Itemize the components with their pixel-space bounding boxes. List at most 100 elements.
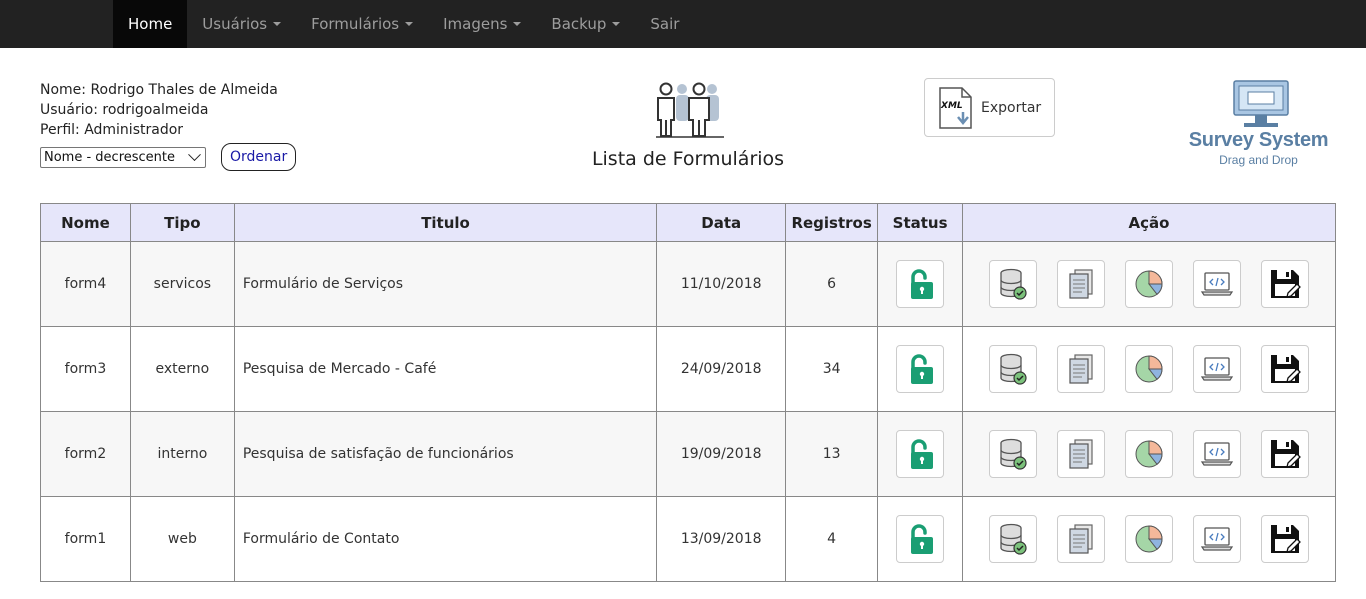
unlock-icon bbox=[903, 522, 937, 556]
nav-item-usuarios[interactable]: Usuários bbox=[187, 0, 296, 48]
nav-item-imagens[interactable]: Imagens bbox=[428, 0, 536, 48]
nav-item-label: Home bbox=[128, 15, 173, 33]
documents-button[interactable] bbox=[1057, 345, 1106, 393]
database-check-button[interactable] bbox=[989, 260, 1038, 308]
caret-down-icon bbox=[405, 22, 414, 26]
table-row: form2 interno Pesquisa de satisfação de fu… bbox=[40, 411, 1336, 497]
people-icon bbox=[656, 82, 724, 138]
save-edit-button[interactable] bbox=[1261, 345, 1310, 393]
database-check-icon bbox=[998, 353, 1028, 385]
cell-titulo: Formulário de Contato bbox=[233, 496, 658, 582]
save-edit-button[interactable] bbox=[1261, 430, 1310, 478]
cell-titulo: Formulário de Serviços bbox=[233, 241, 658, 327]
unlock-icon bbox=[903, 352, 937, 386]
status-toggle-button[interactable] bbox=[896, 260, 945, 308]
nav-item-formularios[interactable]: Formulários bbox=[296, 0, 428, 48]
database-check-icon bbox=[998, 268, 1028, 300]
cell-tipo: servicos bbox=[129, 241, 235, 327]
column-header: Registros bbox=[785, 203, 879, 242]
xml-file-icon: XML bbox=[939, 86, 972, 129]
sort-select[interactable]: Nome - decrescente bbox=[40, 146, 206, 168]
caret-down-icon bbox=[513, 22, 522, 26]
table-header-row: Nome Tipo Titulo Data Registros Status Ação bbox=[40, 203, 1336, 242]
cell-registros: 6 bbox=[785, 241, 879, 327]
caret-down-icon bbox=[273, 22, 282, 26]
column-header: Tipo bbox=[129, 203, 235, 242]
cell-registros: 13 bbox=[785, 411, 879, 497]
documents-icon bbox=[1067, 438, 1095, 470]
laptop-code-button[interactable] bbox=[1193, 515, 1242, 563]
cell-actions bbox=[962, 241, 1336, 327]
page-title: Lista de Formulários bbox=[591, 148, 785, 170]
unlock-icon bbox=[903, 437, 937, 471]
cell-titulo: Pesquisa de satisfação de funcionários bbox=[233, 411, 658, 497]
table-row: form4 servicos Formulário de Serviços 11/10… bbox=[40, 241, 1336, 327]
cell-tipo: web bbox=[129, 496, 235, 582]
cell-nome: form3 bbox=[40, 326, 131, 412]
save-edit-icon bbox=[1269, 353, 1301, 385]
laptop-code-icon bbox=[1200, 439, 1234, 469]
documents-button[interactable] bbox=[1057, 260, 1106, 308]
documents-button[interactable] bbox=[1057, 430, 1106, 478]
save-edit-icon bbox=[1269, 523, 1301, 555]
laptop-code-button[interactable] bbox=[1193, 260, 1242, 308]
cell-nome: form2 bbox=[40, 411, 131, 497]
save-edit-button[interactable] bbox=[1261, 260, 1310, 308]
action-buttons bbox=[963, 515, 1335, 563]
nav-item-label: Sair bbox=[650, 15, 680, 33]
cell-registros: 34 bbox=[785, 326, 879, 412]
action-buttons bbox=[963, 260, 1335, 308]
cell-status bbox=[877, 326, 964, 412]
pie-chart-button[interactable] bbox=[1125, 430, 1174, 478]
nav-item-label: Formulários bbox=[311, 15, 400, 33]
database-check-button[interactable] bbox=[989, 345, 1038, 393]
nav-item-sair[interactable]: Sair bbox=[635, 0, 694, 48]
user-login: Usuário: rodrigoalmeida bbox=[40, 102, 209, 118]
survey-system-logo: Survey System Drag and Drop bbox=[1186, 80, 1331, 170]
cell-data: 13/09/2018 bbox=[656, 496, 787, 582]
cell-nome: form1 bbox=[40, 496, 131, 582]
sort-select-value: Nome - decrescente bbox=[44, 149, 176, 165]
pie-chart-button[interactable] bbox=[1125, 515, 1174, 563]
order-button[interactable]: Ordenar bbox=[221, 143, 297, 171]
database-check-icon bbox=[998, 523, 1028, 555]
pie-chart-icon bbox=[1133, 353, 1165, 385]
laptop-code-icon bbox=[1200, 524, 1234, 554]
database-check-button[interactable] bbox=[989, 430, 1038, 478]
cell-tipo: externo bbox=[129, 326, 235, 412]
logo-title: Survey System bbox=[1188, 129, 1329, 151]
nav-item-home[interactable]: Home bbox=[113, 0, 188, 48]
status-toggle-button[interactable] bbox=[896, 515, 945, 563]
status-toggle-button[interactable] bbox=[896, 345, 945, 393]
cell-data: 11/10/2018 bbox=[656, 241, 787, 327]
laptop-code-button[interactable] bbox=[1193, 430, 1242, 478]
nav-menu: Home Usuários Formulários Imagens Backup Sair bbox=[113, 0, 694, 48]
export-button[interactable]: XML Exportar bbox=[924, 78, 1055, 137]
laptop-code-button[interactable] bbox=[1193, 345, 1242, 393]
cell-actions bbox=[962, 411, 1336, 497]
unlock-icon bbox=[903, 267, 937, 301]
database-check-button[interactable] bbox=[989, 515, 1038, 563]
table-row: form1 web Formulário de Contato 13/09/2018 4 bbox=[40, 496, 1336, 582]
export-label: Exportar bbox=[981, 99, 1042, 116]
documents-button[interactable] bbox=[1057, 515, 1106, 563]
nav-item-backup[interactable]: Backup bbox=[536, 0, 635, 48]
column-header: Nome bbox=[40, 203, 131, 242]
cell-data: 19/09/2018 bbox=[656, 411, 787, 497]
cell-status bbox=[877, 496, 964, 582]
pie-chart-button[interactable] bbox=[1125, 345, 1174, 393]
cell-actions bbox=[962, 326, 1336, 412]
action-buttons bbox=[963, 345, 1335, 393]
documents-icon bbox=[1067, 523, 1095, 555]
status-toggle-button[interactable] bbox=[896, 430, 945, 478]
cell-actions bbox=[962, 496, 1336, 582]
top-navbar: Home Usuários Formulários Imagens Backup Sair bbox=[0, 0, 1366, 48]
save-edit-button[interactable] bbox=[1261, 515, 1310, 563]
save-edit-icon bbox=[1269, 268, 1301, 300]
monitor-icon bbox=[1233, 80, 1289, 127]
caret-down-icon bbox=[612, 22, 621, 26]
pie-chart-button[interactable] bbox=[1125, 260, 1174, 308]
laptop-code-icon bbox=[1200, 354, 1234, 384]
column-header: Data bbox=[656, 203, 787, 242]
user-profile: Perfil: Administrador bbox=[40, 122, 184, 138]
